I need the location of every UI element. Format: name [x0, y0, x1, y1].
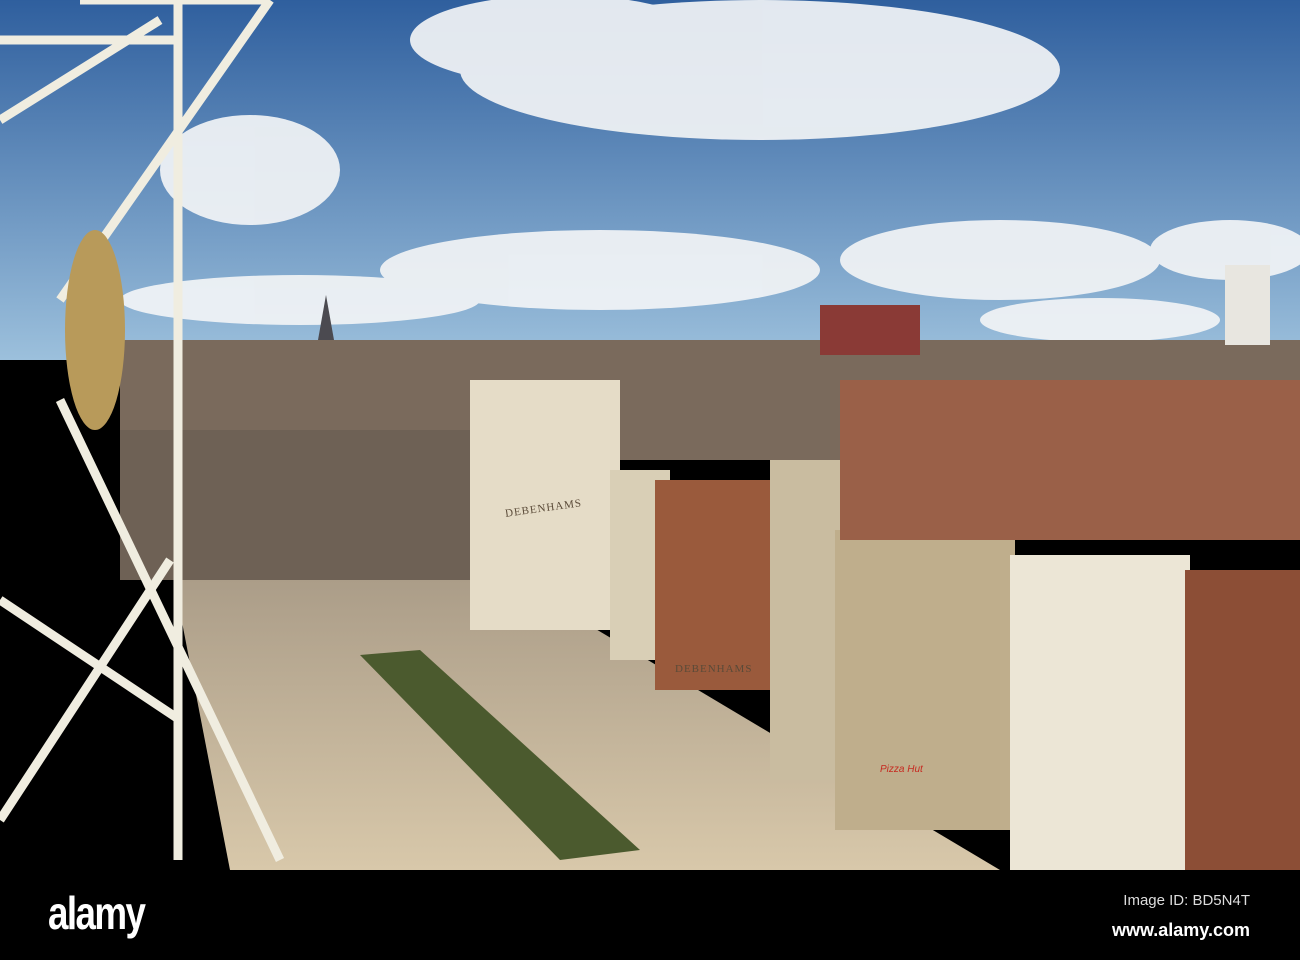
city-square-photo: DEBENHAMS DEBENHAMS Pizza Hut [0, 0, 1300, 870]
pizza-hut-sign: Pizza Hut [880, 764, 924, 775]
debenhams-sign-lower: DEBENHAMS [675, 663, 752, 675]
alamy-logo: alamy [48, 887, 146, 939]
wheel-hub [65, 230, 125, 430]
image-id: Image ID: BD5N4T [1123, 892, 1250, 909]
watermark-footer: alamy Image ID: BD5N4T www.alamy.com [0, 870, 1300, 960]
website-url: www.alamy.com [1111, 920, 1250, 940]
